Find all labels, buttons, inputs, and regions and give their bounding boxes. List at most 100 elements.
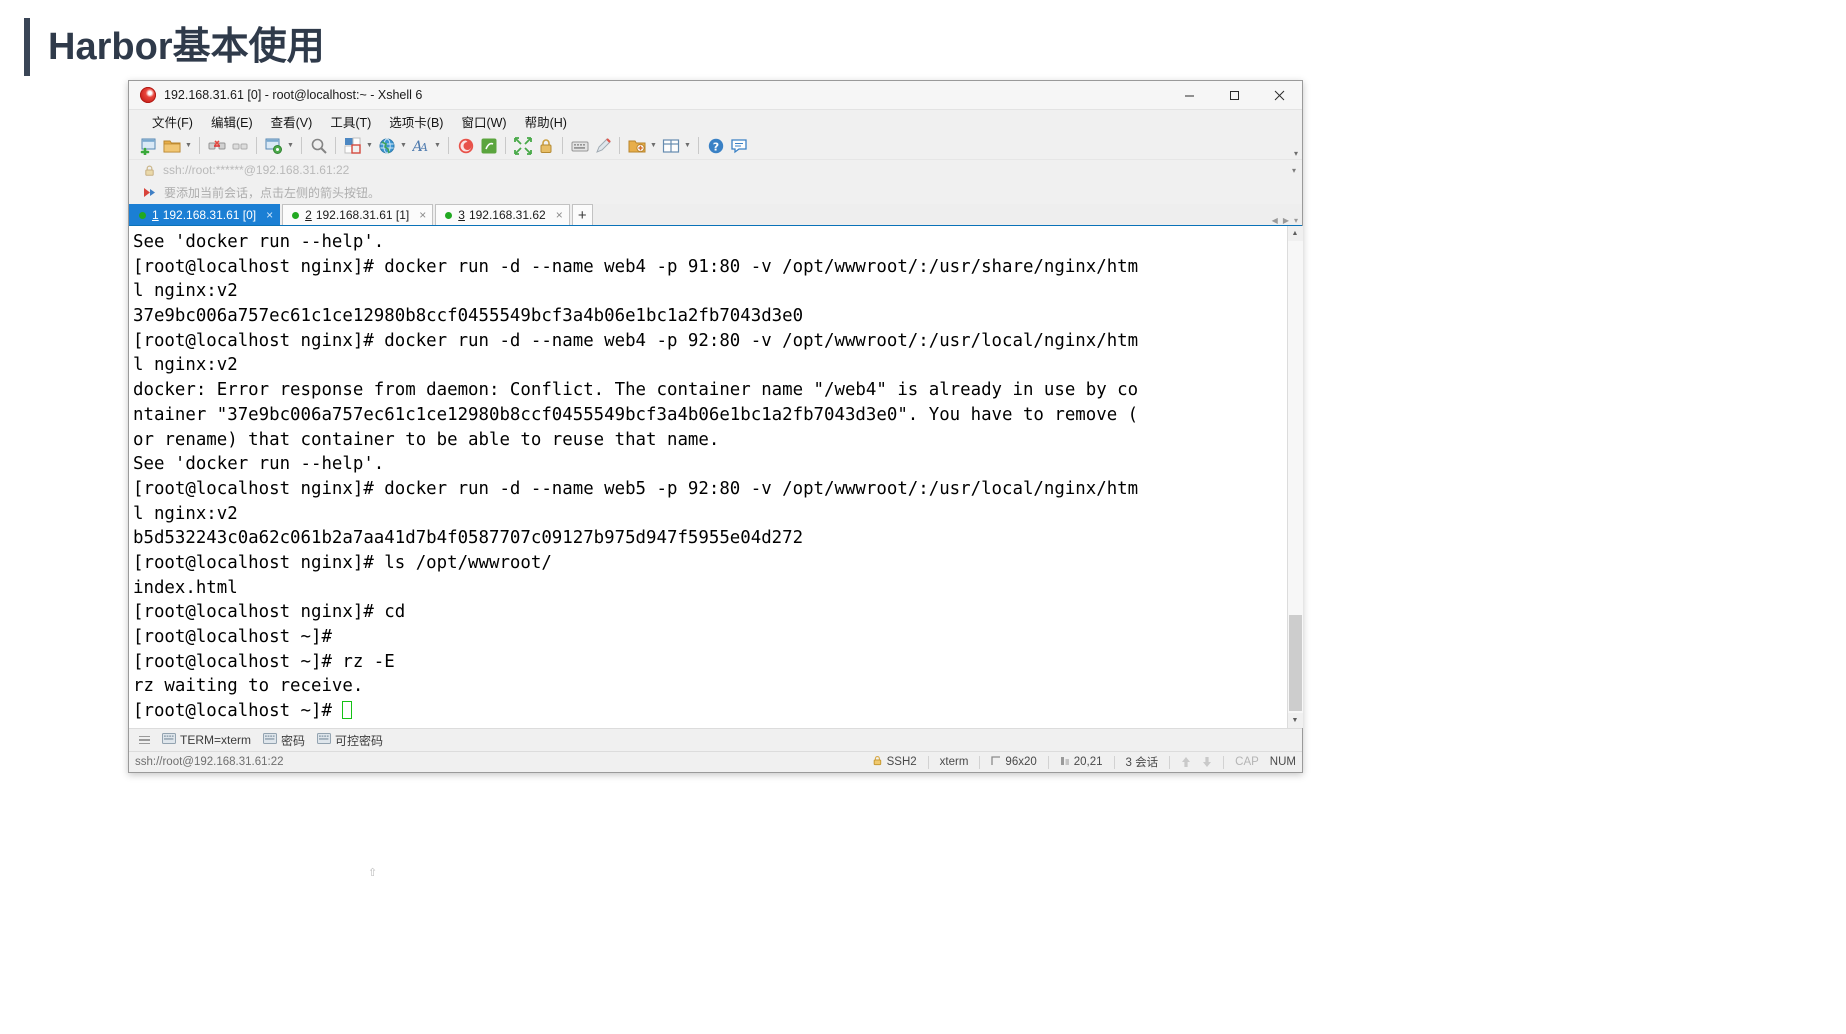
status-separator bbox=[1047, 755, 1049, 769]
keyboard-icon bbox=[263, 733, 278, 747]
status-separator bbox=[979, 755, 981, 769]
minimize-icon[interactable] bbox=[1167, 81, 1212, 110]
slide-footer-marker: ⇧ bbox=[368, 867, 378, 879]
terminal-line: b5d532243c0a62c061b2a7aa41d7b4f0587707c0… bbox=[133, 528, 804, 549]
new-session-icon[interactable] bbox=[138, 135, 159, 156]
globe-icon[interactable] bbox=[376, 135, 397, 156]
terminal-line: [root@localhost nginx]# docker run -d --… bbox=[133, 256, 1139, 277]
terminal-line: [root@localhost nginx]# ls /opt/wwwroot/ bbox=[133, 552, 552, 573]
tab-close-icon[interactable]: × bbox=[266, 208, 273, 222]
menu-item-view[interactable]: 查看(V) bbox=[262, 110, 322, 133]
session-properties-icon[interactable] bbox=[263, 135, 284, 156]
terminal-line: 37e9bc006a757ec61c1ce12980b8ccf0455549bc… bbox=[133, 306, 804, 327]
chevron-down-icon[interactable]: ▾ bbox=[1292, 166, 1296, 175]
tab-status-dot-icon bbox=[292, 211, 300, 219]
red-arrow-icon bbox=[143, 186, 157, 199]
toolbar-separator bbox=[698, 137, 699, 154]
tab-close-icon[interactable]: × bbox=[556, 208, 563, 222]
quick-command-controlled-password[interactable]: 可控密码 bbox=[315, 731, 389, 750]
color-scheme-caret-icon[interactable]: ▼ bbox=[364, 135, 375, 156]
status-terminal-size: 96x20 bbox=[991, 755, 1037, 769]
maximize-icon[interactable] bbox=[1212, 81, 1257, 110]
xftp-icon[interactable] bbox=[478, 135, 499, 156]
feedback-icon[interactable] bbox=[728, 135, 749, 156]
menu-item-help[interactable]: 帮助(H) bbox=[516, 110, 576, 133]
menu-bar: 文件(F) 编辑(E) 查看(V) 工具(T) 选项卡(B) 窗口(W) 帮助(… bbox=[129, 110, 1302, 132]
quick-command-label: TERM=xterm bbox=[180, 733, 252, 747]
color-scheme-icon[interactable] bbox=[342, 135, 363, 156]
toolbar-separator bbox=[335, 137, 336, 154]
terminal-line: l nginx:v2 bbox=[133, 355, 238, 376]
tab-session-3[interactable]: 3 192.168.31.62 × bbox=[435, 204, 570, 225]
terminal-cursor bbox=[342, 701, 353, 720]
bookmark-hint-text: 要添加当前会话，点击左侧的箭头按钮。 bbox=[164, 185, 381, 200]
terminal-area: See 'docker run --help'. [root@localhost … bbox=[129, 226, 1303, 728]
svg-text:A: A bbox=[419, 141, 428, 154]
status-separator bbox=[1113, 755, 1115, 769]
tab-scroll-controls: ◀ ▶ ▾ bbox=[1272, 216, 1302, 225]
close-icon[interactable] bbox=[1257, 81, 1302, 110]
scroll-up-icon[interactable]: ▲ bbox=[1287, 226, 1303, 241]
open-folder-icon[interactable] bbox=[161, 135, 182, 156]
quick-command-password[interactable]: 密码 bbox=[261, 731, 311, 750]
scrollbar-track[interactable] bbox=[1287, 241, 1303, 713]
menu-item-edit[interactable]: 编辑(E) bbox=[202, 110, 262, 133]
reconnect-icon[interactable] bbox=[229, 135, 250, 156]
keyboard-icon[interactable] bbox=[569, 135, 590, 156]
new-tab-button[interactable]: + bbox=[571, 204, 593, 225]
tab-session-1[interactable]: 1 192.168.31.61 [0] × bbox=[129, 204, 281, 225]
menu-item-window[interactable]: 窗口(W) bbox=[452, 110, 515, 133]
globe-caret-icon[interactable]: ▼ bbox=[398, 135, 409, 156]
status-cursor-label: 20,21 bbox=[1073, 756, 1103, 768]
lock-icon bbox=[143, 164, 156, 177]
tab-session-2[interactable]: 2 192.168.31.61 [1] × bbox=[282, 204, 434, 225]
xshell-icon[interactable] bbox=[455, 135, 476, 156]
split-layout-icon[interactable] bbox=[660, 135, 681, 156]
drag-grip-icon[interactable] bbox=[137, 733, 152, 748]
split-layout-caret-icon[interactable]: ▼ bbox=[682, 135, 693, 156]
fullscreen-icon[interactable] bbox=[512, 135, 533, 156]
font-icon[interactable]: A A bbox=[410, 135, 431, 156]
scrollbar-thumb[interactable] bbox=[1288, 615, 1302, 711]
status-bar: ssh://root@192.168.31.61:22 SSH2 xterm 9… bbox=[129, 751, 1302, 772]
find-icon[interactable] bbox=[308, 135, 329, 156]
menu-item-file[interactable]: 文件(F) bbox=[143, 110, 202, 133]
terminal-line: l nginx:v2 bbox=[133, 281, 238, 302]
disconnect-icon[interactable] bbox=[206, 135, 227, 156]
status-num-lock: NUM bbox=[1269, 756, 1296, 768]
terminal-line: See 'docker run --help'. bbox=[133, 454, 385, 475]
lock-icon bbox=[872, 755, 883, 769]
tab-close-icon[interactable]: × bbox=[419, 208, 426, 222]
address-bar[interactable]: ssh://root:******@192.168.31.61:22 ▾ bbox=[129, 159, 1302, 180]
tab-scroll-right-icon[interactable]: ▶ bbox=[1283, 216, 1289, 225]
highlight-pen-icon[interactable] bbox=[592, 135, 613, 156]
open-folder-caret-icon[interactable]: ▼ bbox=[183, 135, 194, 156]
toolbar: ▼ ▼ ▼ ▼ A A ▼ ▼ ▼ ? ▾ bbox=[129, 132, 1302, 159]
window-title-text: 192.168.31.61 [0] - root@localhost:~ - X… bbox=[164, 88, 423, 102]
window-title-bar[interactable]: 192.168.31.61 [0] - root@localhost:~ - X… bbox=[129, 81, 1302, 110]
tab-list-menu-icon[interactable]: ▾ bbox=[1294, 216, 1298, 225]
terminal-line: or rename) that container to be able to … bbox=[133, 429, 720, 450]
page-title-text: Harbor基本使用 bbox=[48, 26, 325, 68]
terminal-output[interactable]: See 'docker run --help'. [root@localhost … bbox=[129, 226, 1287, 728]
quick-command-term[interactable]: TERM=xterm bbox=[160, 732, 257, 748]
quick-command-bar: TERM=xterm 密码 可控密码 bbox=[129, 728, 1302, 751]
terminal-line: index.html bbox=[133, 577, 238, 598]
session-properties-caret-icon[interactable]: ▼ bbox=[285, 135, 296, 156]
help-icon[interactable]: ? bbox=[705, 135, 726, 156]
transfer-icon[interactable] bbox=[626, 135, 647, 156]
terminal-scrollbar[interactable]: ▲ ▼ bbox=[1287, 226, 1303, 728]
menu-item-tab[interactable]: 选项卡(B) bbox=[380, 110, 452, 133]
toolbar-overflow-caret-icon[interactable]: ▾ bbox=[1294, 149, 1298, 158]
font-caret-icon[interactable]: ▼ bbox=[432, 135, 443, 156]
lock-icon[interactable] bbox=[535, 135, 556, 156]
transfer-caret-icon[interactable]: ▼ bbox=[648, 135, 659, 156]
tab-scroll-left-icon[interactable]: ◀ bbox=[1272, 216, 1278, 225]
scroll-down-icon[interactable]: ▼ bbox=[1287, 713, 1303, 728]
toolbar-separator bbox=[505, 137, 506, 154]
tab-label: 192.168.31.61 [0] bbox=[162, 208, 257, 222]
toolbar-separator bbox=[619, 137, 620, 154]
toolbar-separator bbox=[301, 137, 302, 154]
toolbar-separator bbox=[448, 137, 449, 154]
menu-item-tools[interactable]: 工具(T) bbox=[321, 110, 380, 133]
